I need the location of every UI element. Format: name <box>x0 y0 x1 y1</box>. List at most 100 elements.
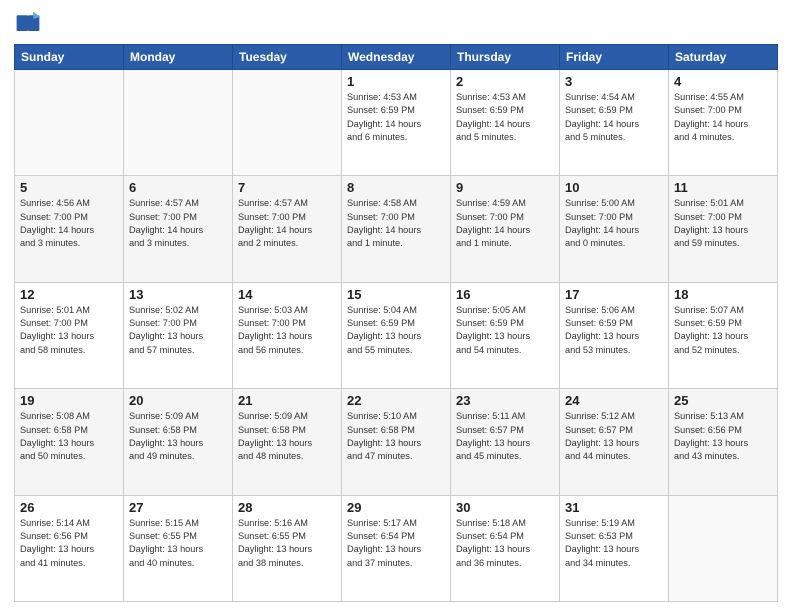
calendar-cell: 21Sunrise: 5:09 AMSunset: 6:58 PMDayligh… <box>233 389 342 495</box>
calendar-cell: 10 Sunrise: 5:00 AMSunset: 7:00 PMDayligh… <box>560 176 669 282</box>
calendar-cell: 20 Sunrise: 5:09 AMSunset: 6:58 PMDayligh… <box>124 389 233 495</box>
day-info: Sunrise: 5:07 AMSunset: 6:59 PMDaylight:… <box>674 304 772 357</box>
day-number: 1 <box>347 74 445 89</box>
day-info: Sunrise: 5:18 AMSunset: 6:54 PMDaylight:… <box>456 517 554 570</box>
day-info: Sunrise: 5:09 AMSunset: 6:58 PMDaylight:… <box>238 410 336 463</box>
calendar-cell: 28 Sunrise: 5:16 AMSunset: 6:55 PMDayligh… <box>233 495 342 601</box>
day-info: Sunrise: 4:57 AMSunset: 7:00 PMDaylight:… <box>129 197 227 250</box>
day-number: 7 <box>238 180 336 195</box>
day-number: 27 <box>129 500 227 515</box>
day-number: 29 <box>347 500 445 515</box>
calendar-cell: 15 Sunrise: 5:04 AMSunset: 6:59 PMDayligh… <box>342 282 451 388</box>
weekday-header-thursday: Thursday <box>451 45 560 70</box>
calendar-cell: 30 Sunrise: 5:18 AMSunset: 6:54 PMDayligh… <box>451 495 560 601</box>
calendar-cell: 27 Sunrise: 5:15 AMSunset: 6:55 PMDayligh… <box>124 495 233 601</box>
weekday-header-wednesday: Wednesday <box>342 45 451 70</box>
week-row-3: 12Sunrise: 5:01 AMSunset: 7:00 PMDayligh… <box>15 282 778 388</box>
day-number: 20 <box>129 393 227 408</box>
calendar-cell <box>15 70 124 176</box>
day-info: Sunrise: 5:17 AMSunset: 6:54 PMDaylight:… <box>347 517 445 570</box>
day-number: 3 <box>565 74 663 89</box>
week-row-5: 26 Sunrise: 5:14 AMSunset: 6:56 PMDayligh… <box>15 495 778 601</box>
day-number: 11 <box>674 180 772 195</box>
calendar-cell: 2 Sunrise: 4:53 AMSunset: 6:59 PMDaylight… <box>451 70 560 176</box>
day-info: Sunrise: 5:08 AMSunset: 6:58 PMDaylight:… <box>20 410 118 463</box>
weekday-header-sunday: Sunday <box>15 45 124 70</box>
day-info: Sunrise: 5:04 AMSunset: 6:59 PMDaylight:… <box>347 304 445 357</box>
day-number: 5 <box>20 180 118 195</box>
calendar-cell: 3 Sunrise: 4:54 AMSunset: 6:59 PMDaylight… <box>560 70 669 176</box>
page: SundayMondayTuesdayWednesdayThursdayFrid… <box>0 0 792 612</box>
day-info: Sunrise: 5:03 AMSunset: 7:00 PMDaylight:… <box>238 304 336 357</box>
day-number: 12 <box>20 287 118 302</box>
day-number: 6 <box>129 180 227 195</box>
calendar-cell: 9 Sunrise: 4:59 AMSunset: 7:00 PMDaylight… <box>451 176 560 282</box>
day-number: 16 <box>456 287 554 302</box>
day-number: 22 <box>347 393 445 408</box>
day-info: Sunrise: 5:06 AMSunset: 6:59 PMDaylight:… <box>565 304 663 357</box>
calendar-cell: 7 Sunrise: 4:57 AMSunset: 7:00 PMDaylight… <box>233 176 342 282</box>
day-info: Sunrise: 5:01 AMSunset: 7:00 PMDaylight:… <box>674 197 772 250</box>
day-info: Sunrise: 4:58 AMSunset: 7:00 PMDaylight:… <box>347 197 445 250</box>
header <box>14 10 778 38</box>
weekday-header-friday: Friday <box>560 45 669 70</box>
calendar-cell <box>669 495 778 601</box>
calendar-cell: 22 Sunrise: 5:10 AMSunset: 6:58 PMDayligh… <box>342 389 451 495</box>
day-info: Sunrise: 5:11 AMSunset: 6:57 PMDaylight:… <box>456 410 554 463</box>
calendar-cell: 31 Sunrise: 5:19 AMSunset: 6:53 PMDayligh… <box>560 495 669 601</box>
logo-icon <box>14 10 42 38</box>
day-number: 9 <box>456 180 554 195</box>
week-row-2: 5 Sunrise: 4:56 AMSunset: 7:00 PMDaylight… <box>15 176 778 282</box>
day-info: Sunrise: 5:02 AMSunset: 7:00 PMDaylight:… <box>129 304 227 357</box>
day-number: 30 <box>456 500 554 515</box>
day-info: Sunrise: 4:57 AMSunset: 7:00 PMDaylight:… <box>238 197 336 250</box>
calendar-cell: 16Sunrise: 5:05 AMSunset: 6:59 PMDayligh… <box>451 282 560 388</box>
day-info: Sunrise: 5:00 AMSunset: 7:00 PMDaylight:… <box>565 197 663 250</box>
calendar-cell: 5 Sunrise: 4:56 AMSunset: 7:00 PMDaylight… <box>15 176 124 282</box>
week-row-4: 19 Sunrise: 5:08 AMSunset: 6:58 PMDayligh… <box>15 389 778 495</box>
day-number: 4 <box>674 74 772 89</box>
day-info: Sunrise: 4:59 AMSunset: 7:00 PMDaylight:… <box>456 197 554 250</box>
weekday-header-row: SundayMondayTuesdayWednesdayThursdayFrid… <box>15 45 778 70</box>
day-number: 17 <box>565 287 663 302</box>
calendar-cell: 4 Sunrise: 4:55 AMSunset: 7:00 PMDaylight… <box>669 70 778 176</box>
calendar-cell: 6 Sunrise: 4:57 AMSunset: 7:00 PMDaylight… <box>124 176 233 282</box>
day-info: Sunrise: 4:53 AMSunset: 6:59 PMDaylight:… <box>456 91 554 144</box>
calendar-cell: 24Sunrise: 5:12 AMSunset: 6:57 PMDayligh… <box>560 389 669 495</box>
day-number: 2 <box>456 74 554 89</box>
day-info: Sunrise: 5:10 AMSunset: 6:58 PMDaylight:… <box>347 410 445 463</box>
day-number: 13 <box>129 287 227 302</box>
day-info: Sunrise: 5:15 AMSunset: 6:55 PMDaylight:… <box>129 517 227 570</box>
day-info: Sunrise: 5:16 AMSunset: 6:55 PMDaylight:… <box>238 517 336 570</box>
day-number: 23 <box>456 393 554 408</box>
weekday-header-tuesday: Tuesday <box>233 45 342 70</box>
day-info: Sunrise: 5:14 AMSunset: 6:56 PMDaylight:… <box>20 517 118 570</box>
day-number: 14 <box>238 287 336 302</box>
calendar-cell: 17 Sunrise: 5:06 AMSunset: 6:59 PMDayligh… <box>560 282 669 388</box>
day-number: 10 <box>565 180 663 195</box>
day-info: Sunrise: 5:19 AMSunset: 6:53 PMDaylight:… <box>565 517 663 570</box>
day-number: 28 <box>238 500 336 515</box>
day-number: 15 <box>347 287 445 302</box>
calendar-cell: 29 Sunrise: 5:17 AMSunset: 6:54 PMDayligh… <box>342 495 451 601</box>
calendar-cell <box>233 70 342 176</box>
calendar-table: SundayMondayTuesdayWednesdayThursdayFrid… <box>14 44 778 602</box>
weekday-header-saturday: Saturday <box>669 45 778 70</box>
calendar-cell: 8Sunrise: 4:58 AMSunset: 7:00 PMDaylight… <box>342 176 451 282</box>
day-info: Sunrise: 4:54 AMSunset: 6:59 PMDaylight:… <box>565 91 663 144</box>
day-info: Sunrise: 4:55 AMSunset: 7:00 PMDaylight:… <box>674 91 772 144</box>
calendar-cell <box>124 70 233 176</box>
calendar-cell: 25Sunrise: 5:13 AMSunset: 6:56 PMDayligh… <box>669 389 778 495</box>
day-info: Sunrise: 5:12 AMSunset: 6:57 PMDaylight:… <box>565 410 663 463</box>
calendar-cell: 14 Sunrise: 5:03 AMSunset: 7:00 PMDayligh… <box>233 282 342 388</box>
week-row-1: 1 Sunrise: 4:53 AMSunset: 6:59 PMDaylight… <box>15 70 778 176</box>
day-number: 26 <box>20 500 118 515</box>
day-number: 18 <box>674 287 772 302</box>
day-info: Sunrise: 4:56 AMSunset: 7:00 PMDaylight:… <box>20 197 118 250</box>
day-info: Sunrise: 5:09 AMSunset: 6:58 PMDaylight:… <box>129 410 227 463</box>
day-number: 25 <box>674 393 772 408</box>
calendar-cell: 23 Sunrise: 5:11 AMSunset: 6:57 PMDayligh… <box>451 389 560 495</box>
day-number: 19 <box>20 393 118 408</box>
calendar-cell: 1Sunrise: 4:53 AMSunset: 6:59 PMDaylight… <box>342 70 451 176</box>
day-number: 31 <box>565 500 663 515</box>
